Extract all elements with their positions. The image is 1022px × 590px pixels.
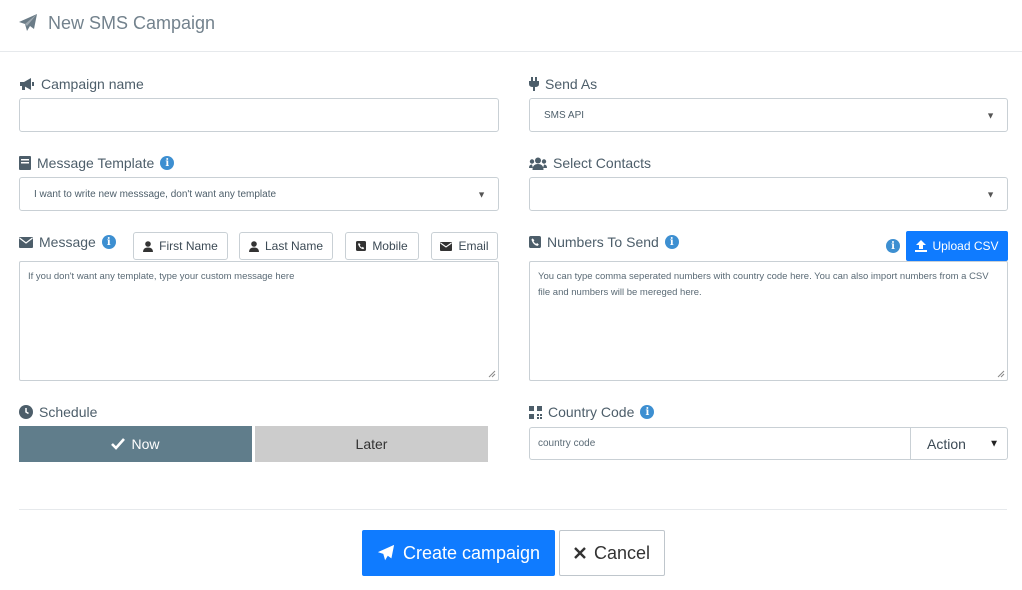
dropdown-arrow-icon: ▼ <box>986 110 995 121</box>
country-code-label-text: Country Code <box>548 404 635 420</box>
user-icon <box>248 240 259 252</box>
numbers-textarea[interactable]: You can type comma seperated numbers wit… <box>529 261 1008 381</box>
upload-csv-label: Upload CSV <box>932 239 999 253</box>
insert-email-button[interactable]: Email <box>431 232 498 260</box>
dropdown-arrow-icon: ▼ <box>477 189 486 200</box>
numbers-to-send-label-text: Numbers To Send <box>547 234 659 250</box>
schedule-label-text: Schedule <box>39 404 98 420</box>
campaign-name-label: Campaign name <box>19 75 144 93</box>
country-code-action-label: Action <box>927 435 966 452</box>
resize-grip-icon[interactable] <box>997 370 1005 378</box>
cancel-button[interactable]: Cancel <box>559 530 665 576</box>
schedule-later-button[interactable]: Later <box>255 426 488 462</box>
clock-icon <box>19 405 33 419</box>
insert-last-name-label: Last Name <box>264 239 324 253</box>
message-placeholder: If you don't want any template, type you… <box>28 271 295 282</box>
select-contacts-label-text: Select Contacts <box>553 155 652 171</box>
envelope-icon <box>19 236 33 248</box>
message-label-text: Message <box>39 234 96 250</box>
resize-grip-icon[interactable] <box>488 370 496 378</box>
message-template-select[interactable]: I want to write new messsage, don't want… <box>19 177 499 211</box>
qrcode-icon <box>529 405 542 419</box>
cancel-label: Cancel <box>593 542 651 563</box>
numbers-to-send-label: Numbers To Send i <box>529 233 679 251</box>
users-icon <box>529 157 547 170</box>
schedule-label: Schedule <box>19 403 97 421</box>
dropdown-arrow-icon: ▼ <box>986 189 995 200</box>
numbers-placeholder: You can type comma seperated numbers wit… <box>538 271 989 298</box>
insert-mobile-button[interactable]: Mobile <box>345 232 419 260</box>
campaign-name-label-text: Campaign name <box>41 76 144 92</box>
select-contacts-select[interactable]: ▼ <box>529 177 1008 211</box>
page-title: New SMS Campaign <box>48 13 216 33</box>
message-template-selected-value: I want to write new messsage, don't want… <box>34 188 277 200</box>
paper-plane-icon <box>19 14 37 31</box>
create-campaign-button[interactable]: Create campaign <box>362 530 555 576</box>
campaign-name-input[interactable] <box>19 98 499 132</box>
paper-plane-icon <box>377 544 395 561</box>
upload-icon <box>915 240 928 252</box>
info-icon[interactable]: i <box>101 235 116 249</box>
info-icon[interactable]: i <box>160 156 175 170</box>
select-contacts-label: Select Contacts <box>529 154 651 172</box>
message-template-label-text: Message Template <box>37 155 155 171</box>
schedule-now-label: Now <box>131 436 160 452</box>
country-code-input[interactable]: country code <box>529 427 912 460</box>
book-icon <box>19 156 31 170</box>
upload-csv-button[interactable]: Upload CSV <box>906 231 1008 261</box>
upload-info-icon[interactable]: i <box>886 239 900 253</box>
insert-mobile-label: Mobile <box>372 239 408 253</box>
send-as-selected-value: SMS API <box>544 109 585 121</box>
check-icon <box>111 438 126 450</box>
bullhorn-icon <box>20 78 34 90</box>
close-icon <box>574 547 586 559</box>
footer-divider <box>19 509 1007 510</box>
message-textarea[interactable]: If you don't want any template, type you… <box>19 261 499 381</box>
dropdown-arrow-icon: ▼ <box>989 438 999 449</box>
send-as-select[interactable]: SMS API ▼ <box>529 98 1008 132</box>
create-campaign-label: Create campaign <box>402 542 541 563</box>
envelope-icon <box>440 241 453 251</box>
plug-icon <box>529 77 539 91</box>
schedule-now-button[interactable]: Now <box>19 426 252 462</box>
page-header: New SMS Campaign <box>0 0 1022 52</box>
message-template-label: Message Template i <box>19 154 175 172</box>
info-icon[interactable]: i <box>664 235 679 249</box>
user-icon <box>143 240 154 252</box>
insert-last-name-button[interactable]: Last Name <box>239 232 333 260</box>
country-code-placeholder: country code <box>538 438 596 449</box>
phone-square-icon <box>356 241 367 251</box>
insert-first-name-label: First Name <box>159 239 218 253</box>
insert-first-name-button[interactable]: First Name <box>133 232 228 260</box>
message-label: Message i <box>19 233 116 251</box>
insert-email-label: Email <box>458 239 489 253</box>
send-as-label-text: Send As <box>545 76 598 92</box>
phone-square-icon <box>529 236 541 248</box>
send-as-label: Send As <box>529 75 597 93</box>
schedule-later-label: Later <box>355 436 388 452</box>
country-code-action-select[interactable]: Action ▼ <box>910 427 1008 460</box>
country-code-label: Country Code i <box>529 403 655 421</box>
info-icon[interactable]: i <box>640 405 655 419</box>
